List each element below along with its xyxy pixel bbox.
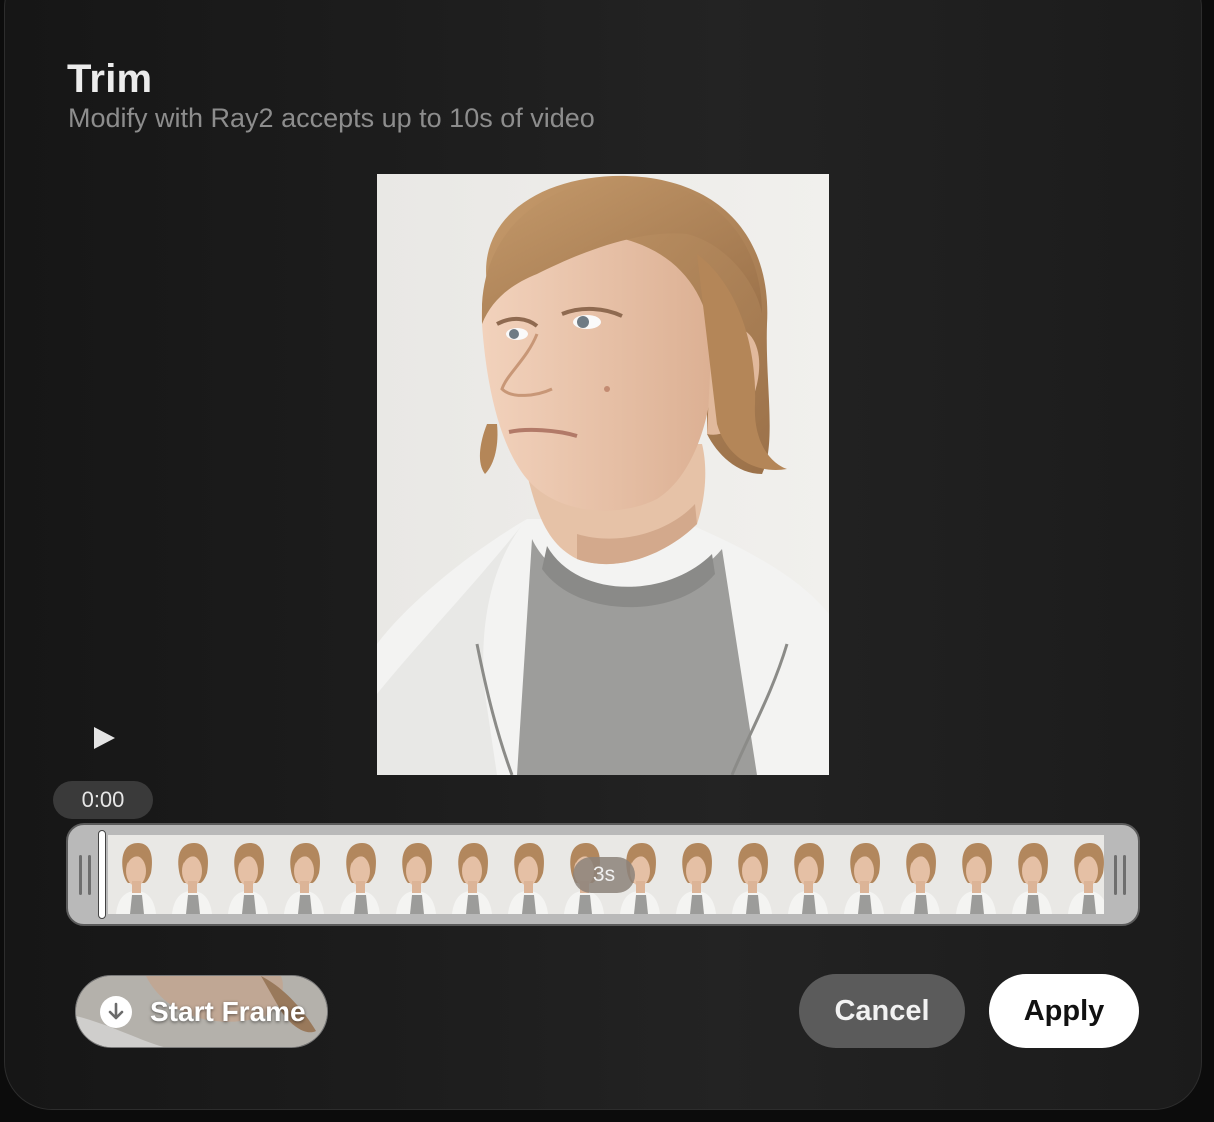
- timeline-frame: [164, 835, 220, 914]
- trim-start-handle[interactable]: [79, 855, 91, 895]
- start-frame-button[interactable]: Start Frame: [75, 975, 328, 1048]
- timeline-frame: [500, 835, 556, 914]
- timeline-frame: [1060, 835, 1104, 914]
- play-icon: [94, 727, 115, 749]
- video-frame-image: [377, 174, 829, 775]
- dialog-title: Trim: [67, 57, 153, 101]
- timeline-frame: [724, 835, 780, 914]
- timeline-frame: [836, 835, 892, 914]
- timeline-frame: [220, 835, 276, 914]
- timeline-frame: [780, 835, 836, 914]
- timeline-frame: [388, 835, 444, 914]
- play-button[interactable]: [84, 718, 124, 758]
- dialog-subtitle: Modify with Ray2 accepts up to 10s of vi…: [68, 103, 595, 133]
- timeline-frame: [1004, 835, 1060, 914]
- duration-badge: 3s: [573, 857, 635, 893]
- timeline-frame: [276, 835, 332, 914]
- video-preview[interactable]: [377, 174, 829, 775]
- timeline-frame: [668, 835, 724, 914]
- apply-button[interactable]: Apply: [989, 974, 1139, 1048]
- trim-timeline[interactable]: 3s: [66, 823, 1140, 926]
- trim-end-handle[interactable]: [1114, 855, 1126, 895]
- timeline-frame: [892, 835, 948, 914]
- playhead[interactable]: [98, 830, 106, 919]
- timeline-frame: [948, 835, 1004, 914]
- timeline-frame: [332, 835, 388, 914]
- download-icon: [100, 996, 132, 1028]
- timeline-frame: [444, 835, 500, 914]
- current-time-badge: 0:00: [53, 781, 153, 819]
- timeline-frame: [108, 835, 164, 914]
- start-frame-label: Start Frame: [150, 996, 306, 1027]
- cancel-button[interactable]: Cancel: [799, 974, 965, 1048]
